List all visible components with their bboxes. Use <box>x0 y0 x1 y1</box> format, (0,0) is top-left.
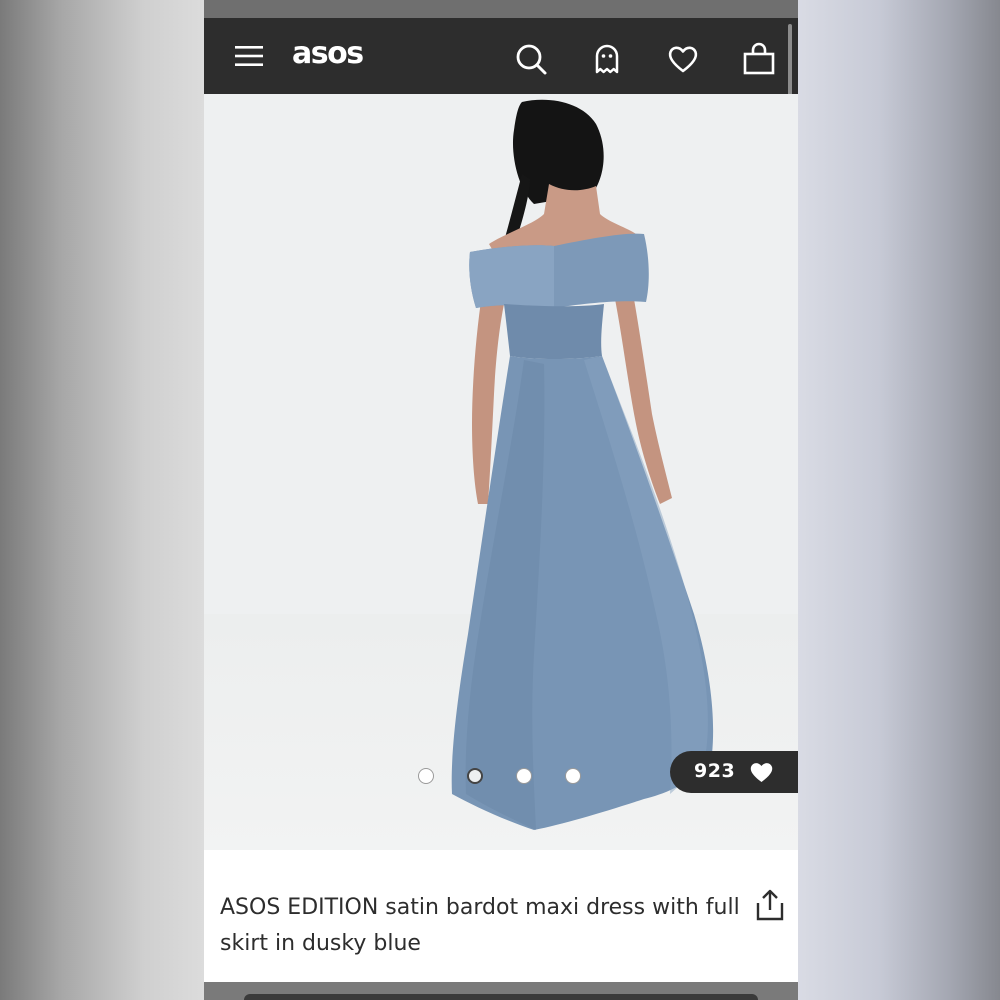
product-image[interactable]: 923 <box>204 94 798 850</box>
carousel-dot[interactable] <box>418 768 434 784</box>
menu-icon[interactable] <box>234 44 264 68</box>
carousel-dot[interactable] <box>516 768 532 784</box>
carousel-dot[interactable] <box>565 768 581 784</box>
app-header: asos <box>204 18 798 94</box>
product-title: ASOS EDITION satin bardot maxi dress wit… <box>220 895 740 956</box>
dress-model-illustration <box>451 99 714 830</box>
carousel-dot-active[interactable] <box>467 768 483 784</box>
phone-screen: asos 923 ASOS EDITION satin bardot maxi … <box>204 0 798 1000</box>
bag-icon[interactable] <box>742 42 776 76</box>
bottom-strip <box>204 982 798 1000</box>
save-count-button[interactable]: 923 <box>670 751 798 793</box>
heart-filled-icon <box>749 760 774 784</box>
background-left <box>0 0 204 1000</box>
save-count: 923 <box>694 760 736 782</box>
ghost-icon[interactable] <box>590 42 624 76</box>
status-strip <box>204 0 798 18</box>
search-icon[interactable] <box>514 42 548 76</box>
image-carousel-indicators <box>416 768 592 788</box>
heart-icon[interactable] <box>666 42 700 76</box>
product-info: ASOS EDITION satin bardot maxi dress wit… <box>204 850 798 982</box>
asos-logo[interactable]: asos <box>292 36 364 71</box>
background-right <box>798 0 1000 1000</box>
bottom-bar <box>244 994 758 1000</box>
share-icon[interactable] <box>754 888 786 922</box>
